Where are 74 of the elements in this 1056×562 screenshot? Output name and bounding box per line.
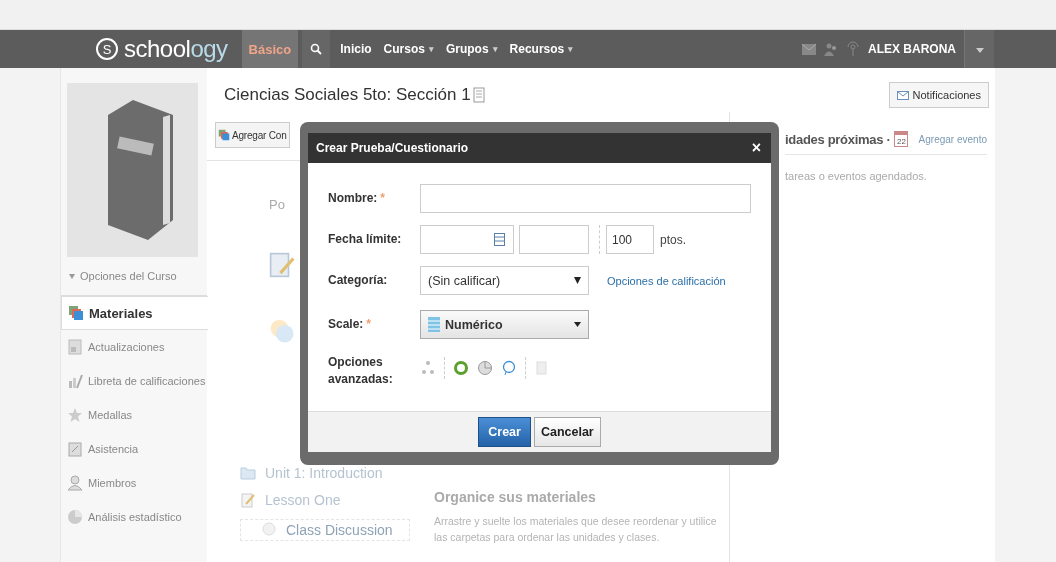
sidebar-item[interactable]: Miembros — [61, 466, 207, 500]
chart-icon — [67, 373, 83, 389]
sidebar-item[interactable]: Libreta de calificaciones — [61, 364, 207, 398]
organize-description: Arrastre y suelte los materiales que desee reordenar y utilice las carpetas para ordenar las unidades y clases. — [434, 514, 718, 545]
documents-icon — [218, 129, 230, 141]
upcoming-heading: idades próximas · — [785, 131, 891, 147]
course-options-link[interactable]: Opciones del Curso — [80, 270, 177, 282]
envelope-icon — [896, 90, 909, 100]
dialog-title: Crear Prueba/Cuestionario — [316, 141, 469, 155]
course-title: Ciencias Sociales 5to: Sección 1 — [224, 85, 471, 105]
person-icon — [67, 475, 83, 491]
folder-icon — [240, 465, 256, 481]
logo-text[interactable]: schoology — [124, 35, 228, 63]
nav-menu-item[interactable]: Inicio — [334, 42, 378, 56]
calendar-icon[interactable]: 22 — [894, 131, 909, 147]
scale-dropdown[interactable]: Numérico — [420, 310, 589, 339]
caret-icon: ▾ — [428, 44, 434, 54]
points-unit: ptos. — [660, 232, 686, 247]
search-icon — [310, 43, 323, 55]
pie-chart-icon — [477, 360, 493, 376]
category-dropdown[interactable]: (Sin calificar) — [420, 266, 589, 295]
time-input-field[interactable] — [519, 225, 589, 254]
triangle-icon — [69, 273, 75, 279]
field-label: Categoría: — [328, 272, 389, 289]
name-input-field[interactable] — [420, 184, 751, 213]
clipboard-icon — [67, 441, 83, 457]
caret-icon — [975, 47, 984, 53]
sidebar-item[interactable]: Medallas — [61, 398, 207, 432]
caret-icon: ▾ — [492, 44, 498, 54]
add-materials-button[interactable]: Agregar Con — [215, 122, 290, 148]
pie-chart-icon — [67, 509, 83, 525]
points-input-field[interactable]: 100 — [606, 225, 654, 254]
field-label: Fecha límite: — [328, 231, 403, 248]
caret-icon — [574, 277, 581, 284]
nav-menu-item[interactable]: Grupos ▾ — [439, 42, 504, 56]
user-name[interactable]: ALEX BARONA — [860, 42, 964, 56]
grading-options-link[interactable]: Opciones de calificación — [607, 274, 726, 287]
logo-mark[interactable]: S — [96, 38, 118, 60]
pencil-document-icon — [269, 252, 295, 278]
date-input-field[interactable] — [420, 225, 514, 254]
field-label: Nombre: * — [328, 190, 386, 207]
notebook-icon — [470, 87, 487, 103]
sidebar-item[interactable]: Análisis estadístico — [61, 500, 207, 534]
nav-menu-item[interactable]: Recursos ▾ — [503, 42, 580, 56]
signal-icon[interactable] — [846, 41, 860, 57]
search-button[interactable] — [302, 30, 331, 68]
user-menu-button[interactable] — [964, 30, 994, 68]
ring-icon — [453, 360, 469, 376]
field-label: Opciones avanzadas: — [328, 354, 394, 388]
list-icon — [428, 317, 440, 332]
organize-heading: Organice sus materiales — [434, 489, 597, 505]
sidebar-item[interactable]: Asistencia — [61, 432, 207, 466]
cancel-button[interactable]: Cancelar — [533, 417, 601, 447]
close-button[interactable]: × — [749, 139, 763, 157]
notifications-button[interactable]: Notificaciones — [888, 82, 989, 108]
nav-menu-item[interactable]: Cursos ▾ — [377, 42, 440, 56]
plan-badge: Básico — [241, 30, 299, 68]
calendar-icon[interactable] — [494, 233, 505, 246]
no-events-text: tareas o eventos agendados. — [785, 170, 928, 182]
mail-icon[interactable] — [802, 43, 816, 55]
sidebar-item[interactable]: Materiales — [61, 296, 208, 330]
pencil-document-icon — [240, 492, 256, 508]
newspaper-icon — [67, 339, 83, 355]
people-icon[interactable] — [824, 42, 838, 56]
caret-icon — [574, 322, 581, 327]
hint-text: Po — [269, 197, 285, 212]
caret-icon: ▾ — [568, 44, 574, 54]
create-button[interactable]: Crear — [478, 417, 531, 447]
documents-icon — [68, 305, 84, 321]
clipboard-icon — [534, 360, 550, 376]
star-icon — [67, 407, 83, 423]
field-label: Scale: * — [328, 316, 373, 333]
sidebar-item[interactable]: Actualizaciones — [61, 330, 207, 364]
three-dots-icon — [420, 360, 436, 376]
